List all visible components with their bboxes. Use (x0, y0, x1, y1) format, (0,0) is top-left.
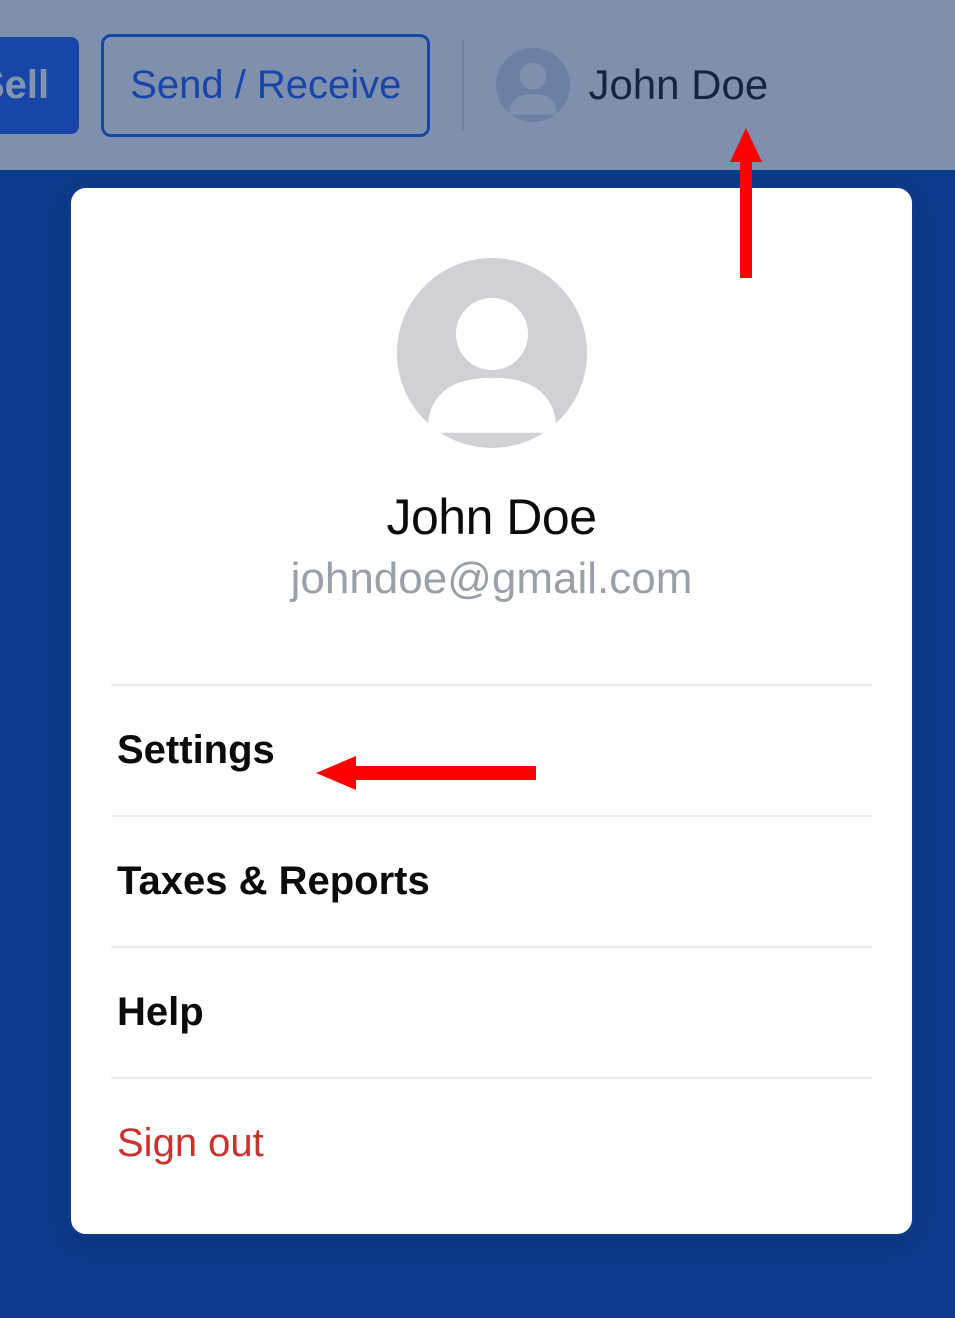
annotation-arrow-icon (728, 128, 764, 278)
backdrop-dimmer (0, 0, 955, 170)
profile-dropdown: John Doe johndoe@gmail.com Settings Taxe… (68, 185, 915, 1237)
menu-label: Settings (117, 728, 275, 773)
profile-email: johndoe@gmail.com (111, 554, 872, 604)
menu-item-taxes-reports[interactable]: Taxes & Reports (111, 815, 872, 946)
menu-label: Taxes & Reports (117, 859, 430, 904)
annotation-arrow-icon (316, 748, 536, 798)
profile-display-name: John Doe (111, 488, 872, 546)
menu-item-sign-out[interactable]: Sign out (111, 1077, 872, 1194)
menu-label: Sign out (117, 1121, 264, 1166)
menu-item-help[interactable]: Help (111, 946, 872, 1077)
avatar-icon (397, 258, 587, 448)
menu-label: Help (117, 990, 204, 1035)
